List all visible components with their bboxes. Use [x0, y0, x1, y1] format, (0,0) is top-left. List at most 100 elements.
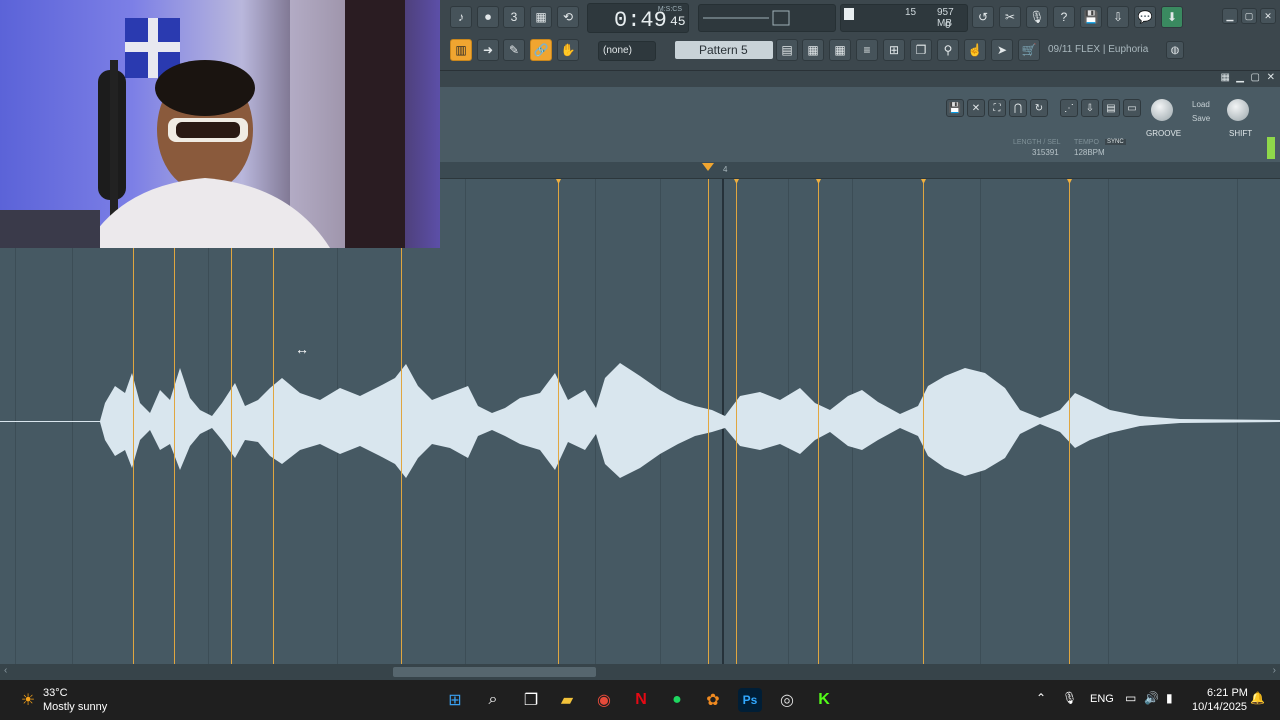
plugin-database-icon[interactable]: ⊞ [883, 39, 905, 61]
store-icon[interactable]: 🛒 [1018, 39, 1040, 61]
stamp-tool-icon[interactable]: ✋ [557, 39, 579, 61]
shift-knob[interactable] [1227, 99, 1249, 121]
render-icon[interactable]: ⇩ [1107, 6, 1129, 28]
microphone-icon[interactable]: 🎙 [1026, 6, 1048, 28]
microphone-tray-icon[interactable]: 🎙 [1062, 691, 1077, 705]
playhead-icon[interactable] [702, 163, 714, 171]
file-icon[interactable]: ▤ [1102, 99, 1120, 117]
time-display[interactable]: M:S:CS 0:49 45 [587, 3, 689, 33]
kick-icon[interactable]: K [812, 688, 836, 712]
task-view-icon[interactable]: ❐ [519, 688, 543, 712]
netflix-icon[interactable]: N [629, 688, 653, 712]
slice-marker[interactable] [273, 178, 274, 664]
tempo-label: TEMPO [1074, 139, 1099, 146]
slice-marker[interactable] [401, 178, 402, 664]
save-label[interactable]: Save [1192, 114, 1210, 123]
cut-tools-icon[interactable]: ✂ [999, 6, 1021, 28]
help-icon[interactable]: ? [1053, 6, 1075, 28]
playlist-icon[interactable]: ▤ [776, 39, 798, 61]
window-restore-icon[interactable]: ▢ [1251, 72, 1260, 83]
save-icon[interactable]: 💾 [946, 99, 964, 117]
groove-knob[interactable] [1151, 99, 1173, 121]
clock-date[interactable]: 10/14/2025 [1192, 701, 1247, 713]
chrome-icon[interactable]: ◉ [592, 688, 616, 712]
fl-studio-icon[interactable]: ✿ [701, 688, 725, 712]
maximize-icon[interactable]: ▢ [1241, 8, 1257, 24]
slice-marker[interactable] [174, 178, 175, 664]
step-edit-icon[interactable]: ▦ [530, 6, 552, 28]
envelope-icon[interactable]: ⋰ [1060, 99, 1078, 117]
snap-select[interactable]: (none) [598, 41, 656, 61]
waveform-editor[interactable]: ↔ [0, 177, 1280, 664]
slice-marker[interactable] [555, 177, 562, 664]
send-icon[interactable]: ➤ [991, 39, 1013, 61]
notification-icon[interactable]: 🔔 [1250, 691, 1265, 705]
scroll-right-icon[interactable]: › [1273, 665, 1276, 676]
wait-record-icon[interactable]: ⏺ [477, 6, 499, 28]
weather-desc[interactable]: Mostly sunny [43, 701, 107, 713]
metronome-icon[interactable]: ♪ [450, 6, 472, 28]
pencil-tool-icon[interactable]: ✎ [503, 39, 525, 61]
arrow-tool-icon[interactable]: ➜ [477, 39, 499, 61]
clock-time[interactable]: 6:21 PM [1207, 687, 1248, 699]
slice-marker[interactable] [133, 178, 134, 664]
language-indicator[interactable]: ENG [1090, 693, 1114, 705]
window-minimize-icon[interactable]: ▁ [1236, 72, 1244, 83]
scrollbar-thumb[interactable] [393, 667, 596, 677]
mixer-icon[interactable]: ≡ [856, 39, 878, 61]
tools-icon[interactable]: ✕ [967, 99, 985, 117]
window-close-icon[interactable]: ✕ [1267, 72, 1275, 83]
load-label[interactable]: Load [1192, 100, 1210, 109]
windows-start-icon[interactable]: ⊞ [443, 688, 467, 712]
time-sub-value: 45 [670, 14, 686, 29]
select-icon[interactable]: ⛶ [988, 99, 1006, 117]
weather-temp[interactable]: 33°C [43, 687, 68, 699]
slice-marker[interactable] [708, 178, 709, 664]
step-sequencer-icon[interactable]: ▦ [829, 39, 851, 61]
search-icon[interactable]: ⌕ [481, 688, 505, 712]
globe-icon[interactable]: ◍ [1166, 41, 1184, 59]
pattern-selector[interactable]: Pattern 5 [675, 41, 773, 59]
scroll-left-icon[interactable]: ‹ [4, 665, 7, 676]
horizontal-scrollbar[interactable]: ‹ › [0, 664, 1280, 680]
photoshop-icon[interactable]: Ps [738, 688, 762, 712]
sync-label[interactable]: SYNC [1105, 139, 1126, 145]
download-icon[interactable]: ⬇ [1161, 6, 1183, 28]
touch-controller-icon[interactable]: ☝ [964, 39, 986, 61]
network-icon[interactable]: ▭ [1125, 691, 1136, 705]
slice-marker[interactable] [733, 177, 740, 664]
save-project-icon[interactable]: 💾 [1080, 6, 1102, 28]
cpu-value: 15 [905, 7, 917, 18]
tray-chevron-icon[interactable]: ⌃ [1036, 691, 1046, 705]
volume-icon[interactable]: 🔊 [1144, 691, 1159, 705]
weather-sun-icon[interactable]: ☀ [16, 688, 40, 712]
shift-label: SHIFT [1229, 129, 1253, 138]
channel-rack-icon[interactable]: ▦ [802, 39, 824, 61]
export-icon[interactable]: ⇩ [1081, 99, 1099, 117]
loop-record-icon[interactable]: ⟲ [557, 6, 579, 28]
close-icon[interactable]: ✕ [1260, 8, 1276, 24]
plugin-picker-icon[interactable]: ⚲ [937, 39, 959, 61]
battery-icon[interactable]: ▮ [1166, 691, 1173, 705]
app-icon[interactable]: ◎ [775, 688, 799, 712]
file-explorer-icon[interactable]: ▰ [555, 688, 579, 712]
slice-marker[interactable] [1066, 177, 1073, 664]
timeline-ruler[interactable]: 4 [440, 162, 1280, 179]
minimize-icon[interactable]: ▁ [1222, 8, 1238, 24]
slice-marker[interactable] [815, 177, 822, 664]
loop-icon[interactable]: ↻ [1030, 99, 1048, 117]
browser-icon[interactable]: ❐ [910, 39, 932, 61]
cpu-meter [844, 8, 854, 20]
slice-marker[interactable] [231, 178, 232, 664]
oscilloscope [698, 4, 836, 32]
countdown-icon[interactable]: 3 [503, 6, 525, 28]
link-icon[interactable]: 🔗 [530, 39, 552, 61]
piano-roll-icon[interactable]: ▥ [450, 39, 472, 61]
magnet-icon[interactable]: ⋂ [1009, 99, 1027, 117]
chat-icon[interactable]: 💬 [1134, 6, 1156, 28]
spotify-icon[interactable]: ● [665, 688, 689, 712]
slice-marker[interactable] [920, 177, 927, 664]
settings-icon[interactable]: ▭ [1123, 99, 1141, 117]
undo-icon[interactable]: ↺ [972, 6, 994, 28]
window-options-icon[interactable]: ▦ [1221, 72, 1230, 83]
